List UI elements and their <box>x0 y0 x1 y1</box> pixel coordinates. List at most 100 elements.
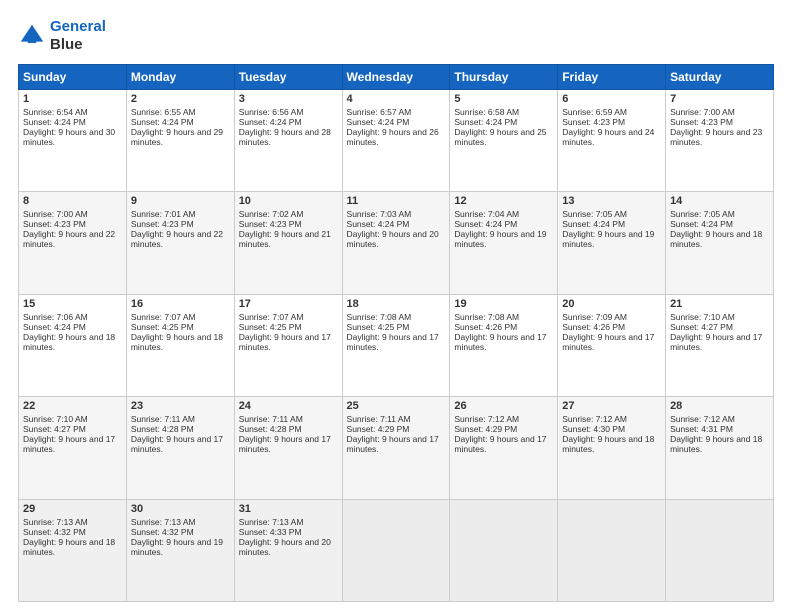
calendar-cell <box>342 499 450 601</box>
day-number: 16 <box>131 298 230 310</box>
calendar-cell: 17Sunrise: 7:07 AMSunset: 4:25 PMDayligh… <box>234 294 342 396</box>
day-number: 15 <box>23 298 122 310</box>
day-number: 1 <box>23 93 122 105</box>
calendar-cell: 2Sunrise: 6:55 AMSunset: 4:24 PMDaylight… <box>126 90 234 192</box>
sunset-text: Sunset: 4:23 PM <box>670 117 733 127</box>
calendar-cell <box>666 499 774 601</box>
sunrise-text: Sunrise: 7:11 AM <box>347 414 411 424</box>
day-number: 3 <box>239 93 338 105</box>
sunset-text: Sunset: 4:28 PM <box>131 424 194 434</box>
sunrise-text: Sunrise: 6:54 AM <box>23 107 88 117</box>
sunrise-text: Sunrise: 7:12 AM <box>670 414 735 424</box>
calendar-table: SundayMondayTuesdayWednesdayThursdayFrid… <box>18 64 774 602</box>
daylight-text: Daylight: 9 hours and 19 minutes. <box>454 229 546 249</box>
daylight-text: Daylight: 9 hours and 28 minutes. <box>239 127 331 147</box>
calendar-body: 1Sunrise: 6:54 AMSunset: 4:24 PMDaylight… <box>19 90 774 602</box>
sunset-text: Sunset: 4:32 PM <box>23 527 86 537</box>
day-number: 20 <box>562 298 661 310</box>
day-number: 9 <box>131 195 230 207</box>
logo: General Blue <box>18 18 106 54</box>
daylight-text: Daylight: 9 hours and 17 minutes. <box>670 332 762 352</box>
logo-text: General Blue <box>50 18 106 54</box>
calendar-cell: 29Sunrise: 7:13 AMSunset: 4:32 PMDayligh… <box>19 499 127 601</box>
calendar-cell: 9Sunrise: 7:01 AMSunset: 4:23 PMDaylight… <box>126 192 234 294</box>
sunrise-text: Sunrise: 7:10 AM <box>23 414 88 424</box>
sunrise-text: Sunrise: 7:04 AM <box>454 209 519 219</box>
day-number: 12 <box>454 195 553 207</box>
day-number: 11 <box>347 195 446 207</box>
sunrise-text: Sunrise: 6:55 AM <box>131 107 196 117</box>
sunrise-text: Sunrise: 6:58 AM <box>454 107 519 117</box>
sunrise-text: Sunrise: 7:00 AM <box>670 107 735 117</box>
daylight-text: Daylight: 9 hours and 23 minutes. <box>670 127 762 147</box>
daylight-text: Daylight: 9 hours and 17 minutes. <box>23 434 115 454</box>
sunset-text: Sunset: 4:32 PM <box>131 527 194 537</box>
sunrise-text: Sunrise: 7:02 AM <box>239 209 304 219</box>
daylight-text: Daylight: 9 hours and 18 minutes. <box>562 434 654 454</box>
sunrise-text: Sunrise: 7:12 AM <box>454 414 519 424</box>
sunset-text: Sunset: 4:24 PM <box>454 117 517 127</box>
daylight-text: Daylight: 9 hours and 17 minutes. <box>347 434 439 454</box>
daylight-text: Daylight: 9 hours and 18 minutes. <box>670 434 762 454</box>
day-number: 14 <box>670 195 769 207</box>
sunset-text: Sunset: 4:27 PM <box>670 322 733 332</box>
calendar-cell: 12 Sunrise: 7:04 AMSunset: 4:24 PMDayligh… <box>450 192 558 294</box>
sunset-text: Sunset: 4:24 PM <box>454 219 517 229</box>
calendar-cell: 27Sunrise: 7:12 AMSunset: 4:30 PMDayligh… <box>558 397 666 499</box>
daylight-text: Daylight: 9 hours and 19 minutes. <box>562 229 654 249</box>
day-number: 4 <box>347 93 446 105</box>
daylight-text: Daylight: 9 hours and 21 minutes. <box>239 229 331 249</box>
daylight-text: Daylight: 9 hours and 20 minutes. <box>347 229 439 249</box>
sunrise-text: Sunrise: 7:13 AM <box>131 517 196 527</box>
sunset-text: Sunset: 4:24 PM <box>131 117 194 127</box>
daylight-text: Daylight: 9 hours and 22 minutes. <box>23 229 115 249</box>
sunrise-text: Sunrise: 7:03 AM <box>347 209 412 219</box>
calendar-cell: 23Sunrise: 7:11 AMSunset: 4:28 PMDayligh… <box>126 397 234 499</box>
sunrise-text: Sunrise: 7:07 AM <box>131 312 196 322</box>
sunset-text: Sunset: 4:29 PM <box>347 424 410 434</box>
day-header: Sunday <box>19 65 127 90</box>
sunset-text: Sunset: 4:24 PM <box>23 322 86 332</box>
sunset-text: Sunset: 4:26 PM <box>454 322 517 332</box>
calendar-header-row: SundayMondayTuesdayWednesdayThursdayFrid… <box>19 65 774 90</box>
daylight-text: Daylight: 9 hours and 18 minutes. <box>23 332 115 352</box>
daylight-text: Daylight: 9 hours and 19 minutes. <box>131 537 223 557</box>
day-number: 28 <box>670 400 769 412</box>
calendar-cell: 16Sunrise: 7:07 AMSunset: 4:25 PMDayligh… <box>126 294 234 396</box>
daylight-text: Daylight: 9 hours and 17 minutes. <box>239 332 331 352</box>
calendar-cell: 22Sunrise: 7:10 AMSunset: 4:27 PMDayligh… <box>19 397 127 499</box>
calendar-cell: 4Sunrise: 6:57 AMSunset: 4:24 PMDaylight… <box>342 90 450 192</box>
daylight-text: Daylight: 9 hours and 17 minutes. <box>562 332 654 352</box>
sunrise-text: Sunrise: 7:09 AM <box>562 312 627 322</box>
day-header: Wednesday <box>342 65 450 90</box>
day-header: Monday <box>126 65 234 90</box>
sunrise-text: Sunrise: 7:01 AM <box>131 209 196 219</box>
sunset-text: Sunset: 4:23 PM <box>562 117 625 127</box>
day-number: 17 <box>239 298 338 310</box>
calendar-cell: 26Sunrise: 7:12 AMSunset: 4:29 PMDayligh… <box>450 397 558 499</box>
sunrise-text: Sunrise: 7:11 AM <box>239 414 303 424</box>
day-header: Thursday <box>450 65 558 90</box>
sunset-text: Sunset: 4:23 PM <box>131 219 194 229</box>
calendar-cell: 13Sunrise: 7:05 AMSunset: 4:24 PMDayligh… <box>558 192 666 294</box>
calendar-cell: 15Sunrise: 7:06 AMSunset: 4:24 PMDayligh… <box>19 294 127 396</box>
sunrise-text: Sunrise: 7:12 AM <box>562 414 627 424</box>
calendar-cell: 25 Sunrise: 7:11 AMSunset: 4:29 PMDayligh… <box>342 397 450 499</box>
calendar-cell: 3Sunrise: 6:56 AMSunset: 4:24 PMDaylight… <box>234 90 342 192</box>
sunrise-text: Sunrise: 7:08 AM <box>454 312 519 322</box>
day-number: 19 <box>454 298 553 310</box>
sunset-text: Sunset: 4:23 PM <box>239 219 302 229</box>
daylight-text: Daylight: 9 hours and 26 minutes. <box>347 127 439 147</box>
sunset-text: Sunset: 4:25 PM <box>347 322 410 332</box>
sunrise-text: Sunrise: 7:00 AM <box>23 209 88 219</box>
calendar-week-row: 29Sunrise: 7:13 AMSunset: 4:32 PMDayligh… <box>19 499 774 601</box>
sunrise-text: Sunrise: 7:08 AM <box>347 312 412 322</box>
day-number: 25 <box>347 400 446 412</box>
sunrise-text: Sunrise: 7:13 AM <box>23 517 88 527</box>
calendar-cell: 11Sunrise: 7:03 AMSunset: 4:24 PMDayligh… <box>342 192 450 294</box>
logo-icon <box>18 22 46 50</box>
day-header: Saturday <box>666 65 774 90</box>
day-number: 26 <box>454 400 553 412</box>
calendar-cell: 8Sunrise: 7:00 AMSunset: 4:23 PMDaylight… <box>19 192 127 294</box>
calendar-week-row: 22Sunrise: 7:10 AMSunset: 4:27 PMDayligh… <box>19 397 774 499</box>
